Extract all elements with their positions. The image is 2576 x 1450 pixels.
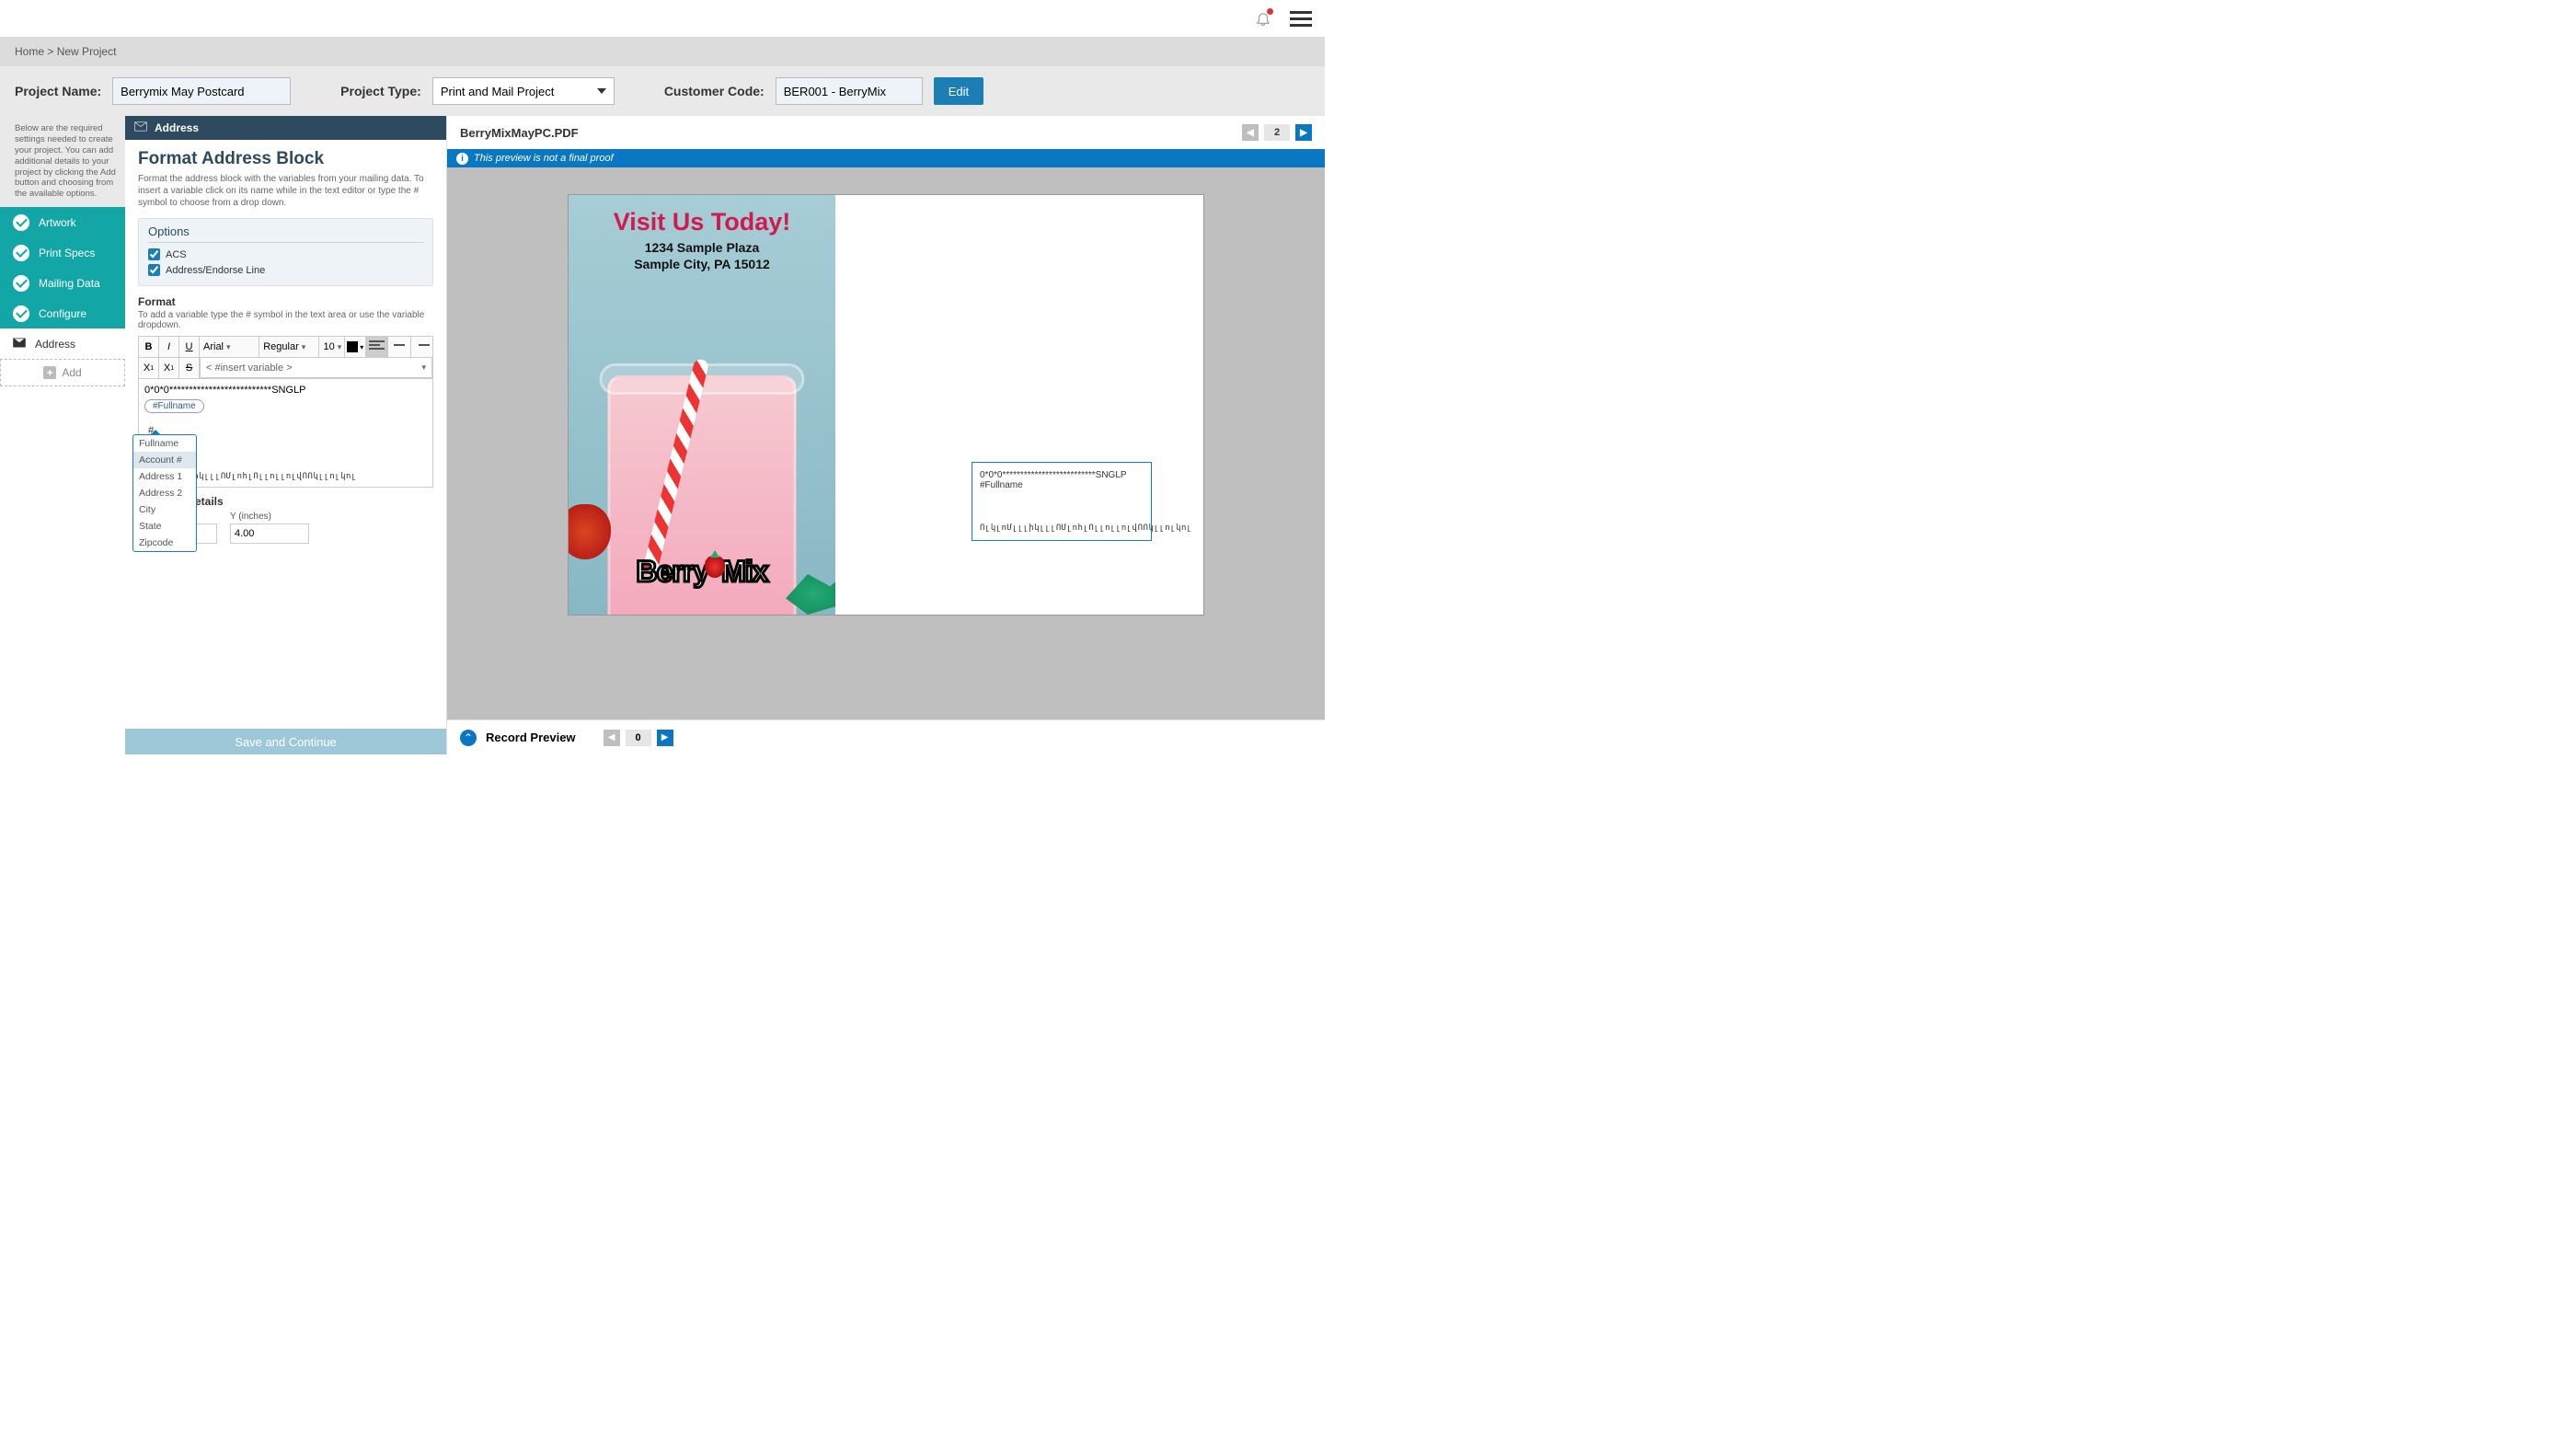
superscript-button[interactable]: X1 <box>139 358 159 378</box>
add-button[interactable]: +Add <box>0 359 125 386</box>
project-type-label: Project Type: <box>340 84 421 98</box>
var-fullname[interactable]: Fullname <box>133 435 196 452</box>
var-city[interactable]: City <box>133 501 196 518</box>
project-type-select[interactable]: Print and Mail Project <box>432 77 615 105</box>
options-box: Options ACS Address/Endorse Line <box>138 218 433 286</box>
var-address1[interactable]: Address 1 <box>133 468 196 485</box>
envelope-icon <box>13 338 26 351</box>
menu-icon[interactable] <box>1290 11 1312 27</box>
color-button[interactable]: ▾ <box>345 337 366 357</box>
panel-description: Format the address block with the variab… <box>138 173 433 209</box>
insert-variable-select[interactable]: < #insert variable > <box>200 358 432 378</box>
variable-dropdown[interactable]: Fullname Account # Address 1 Address 2 C… <box>132 434 197 552</box>
bold-button[interactable]: B <box>139 337 159 357</box>
plus-icon: + <box>43 366 56 379</box>
panel-header: Address <box>125 116 446 140</box>
step-address[interactable]: Address <box>0 328 125 359</box>
format-sub: To add a variable type the # symbol in t… <box>138 310 433 330</box>
record-preview-label: Record Preview <box>486 731 576 744</box>
save-continue-button[interactable]: Save and Continue <box>125 729 446 754</box>
topbar <box>0 0 1325 37</box>
check-icon <box>13 275 29 292</box>
variable-chip-fullname[interactable]: #Fullname <box>144 399 204 413</box>
preview-canvas: Visit Us Today! 1234 Sample Plaza Sample… <box>447 167 1325 719</box>
address-editor-panel: Address Format Address Block Format the … <box>125 116 447 754</box>
notifications-icon[interactable] <box>1255 10 1271 27</box>
project-name-label: Project Name: <box>15 84 101 98</box>
breadcrumb-current: New Project <box>57 45 117 58</box>
step-artwork[interactable]: Artwork <box>0 207 125 237</box>
berrymix-logo: BerryMix <box>569 555 835 589</box>
left-nav: Below are the required settings needed t… <box>0 116 125 754</box>
options-heading: Options <box>148 224 423 243</box>
preview-panel: BerryMixMayPC.PDF ◀ 2 ▶ i This preview i… <box>447 116 1325 754</box>
check-icon <box>13 305 29 322</box>
underline-button[interactable]: U <box>179 337 200 357</box>
edit-button[interactable]: Edit <box>934 77 983 105</box>
var-account[interactable]: Account # <box>133 452 196 468</box>
step-mailing-data[interactable]: Mailing Data <box>0 268 125 298</box>
project-name-input[interactable] <box>112 77 291 105</box>
page-number: 2 <box>1264 124 1290 141</box>
weight-select[interactable]: Regular <box>259 337 319 357</box>
help-text: Below are the required settings needed t… <box>0 116 125 207</box>
breadcrumb-home[interactable]: Home <box>15 45 44 58</box>
text-toolbar: B I U Arial Regular 10 ▾ X1 <box>138 336 433 379</box>
check-icon <box>13 214 29 231</box>
editor-line1: 0*0*0**************************SNGLP <box>144 385 427 396</box>
address-text-editor[interactable]: 0*0*0**************************SNGLP #Fu… <box>138 379 433 488</box>
address-block-preview: 0*0*0**************************SNGLP #Fu… <box>972 462 1152 541</box>
page-next-button[interactable]: ▶ <box>1295 124 1312 141</box>
var-zipcode[interactable]: Zipcode <box>133 535 196 551</box>
project-bar: Project Name: Project Type: Print and Ma… <box>0 66 1325 116</box>
postcard-image-side: Visit Us Today! 1234 Sample Plaza Sample… <box>569 195 835 615</box>
breadcrumb: Home > New Project <box>0 37 1325 66</box>
envelope-icon <box>134 121 147 134</box>
postcard-headline: Visit Us Today! <box>569 208 835 236</box>
postcard-address: 1234 Sample Plaza Sample City, PA 15012 <box>569 240 835 272</box>
font-select[interactable]: Arial <box>200 337 259 357</box>
opt-acs[interactable]: ACS <box>148 248 423 260</box>
page-prev-button[interactable]: ◀ <box>1242 124 1259 141</box>
align-center-button[interactable] <box>388 337 410 357</box>
y-input[interactable] <box>230 524 309 544</box>
preview-filename: BerryMixMayPC.PDF <box>460 126 579 140</box>
info-icon: i <box>456 153 468 165</box>
var-address2[interactable]: Address 2 <box>133 485 196 501</box>
endorse-checkbox[interactable] <box>148 264 160 276</box>
record-number: 0 <box>626 730 651 746</box>
align-left-button[interactable] <box>366 337 388 357</box>
format-heading: Format <box>138 295 433 308</box>
size-select[interactable]: 10 <box>319 337 345 357</box>
postcard-address-side: 0*0*0**************************SNGLP #Fu… <box>835 195 1203 615</box>
postcard: Visit Us Today! 1234 Sample Plaza Sample… <box>569 195 1203 615</box>
subscript-button[interactable]: X1 <box>159 358 179 378</box>
customer-code-label: Customer Code: <box>664 84 765 98</box>
record-prev-button[interactable]: ◀ <box>604 730 620 746</box>
expand-icon[interactable]: ⌃ <box>460 730 477 746</box>
preview-note-bar: i This preview is not a final proof <box>447 149 1325 167</box>
acs-checkbox[interactable] <box>148 248 160 260</box>
strike-button[interactable]: S <box>179 358 200 378</box>
step-configure[interactable]: Configure <box>0 298 125 328</box>
y-label: Y (inches) <box>230 512 309 522</box>
var-state[interactable]: State <box>133 518 196 535</box>
italic-button[interactable]: I <box>159 337 179 357</box>
panel-title: Format Address Block <box>138 149 433 169</box>
opt-endorse[interactable]: Address/Endorse Line <box>148 264 423 276</box>
check-icon <box>13 245 29 261</box>
align-right-button[interactable] <box>411 337 432 357</box>
record-next-button[interactable]: ▶ <box>657 730 673 746</box>
customer-code-input[interactable] <box>776 77 923 105</box>
step-print-specs[interactable]: Print Specs <box>0 237 125 268</box>
